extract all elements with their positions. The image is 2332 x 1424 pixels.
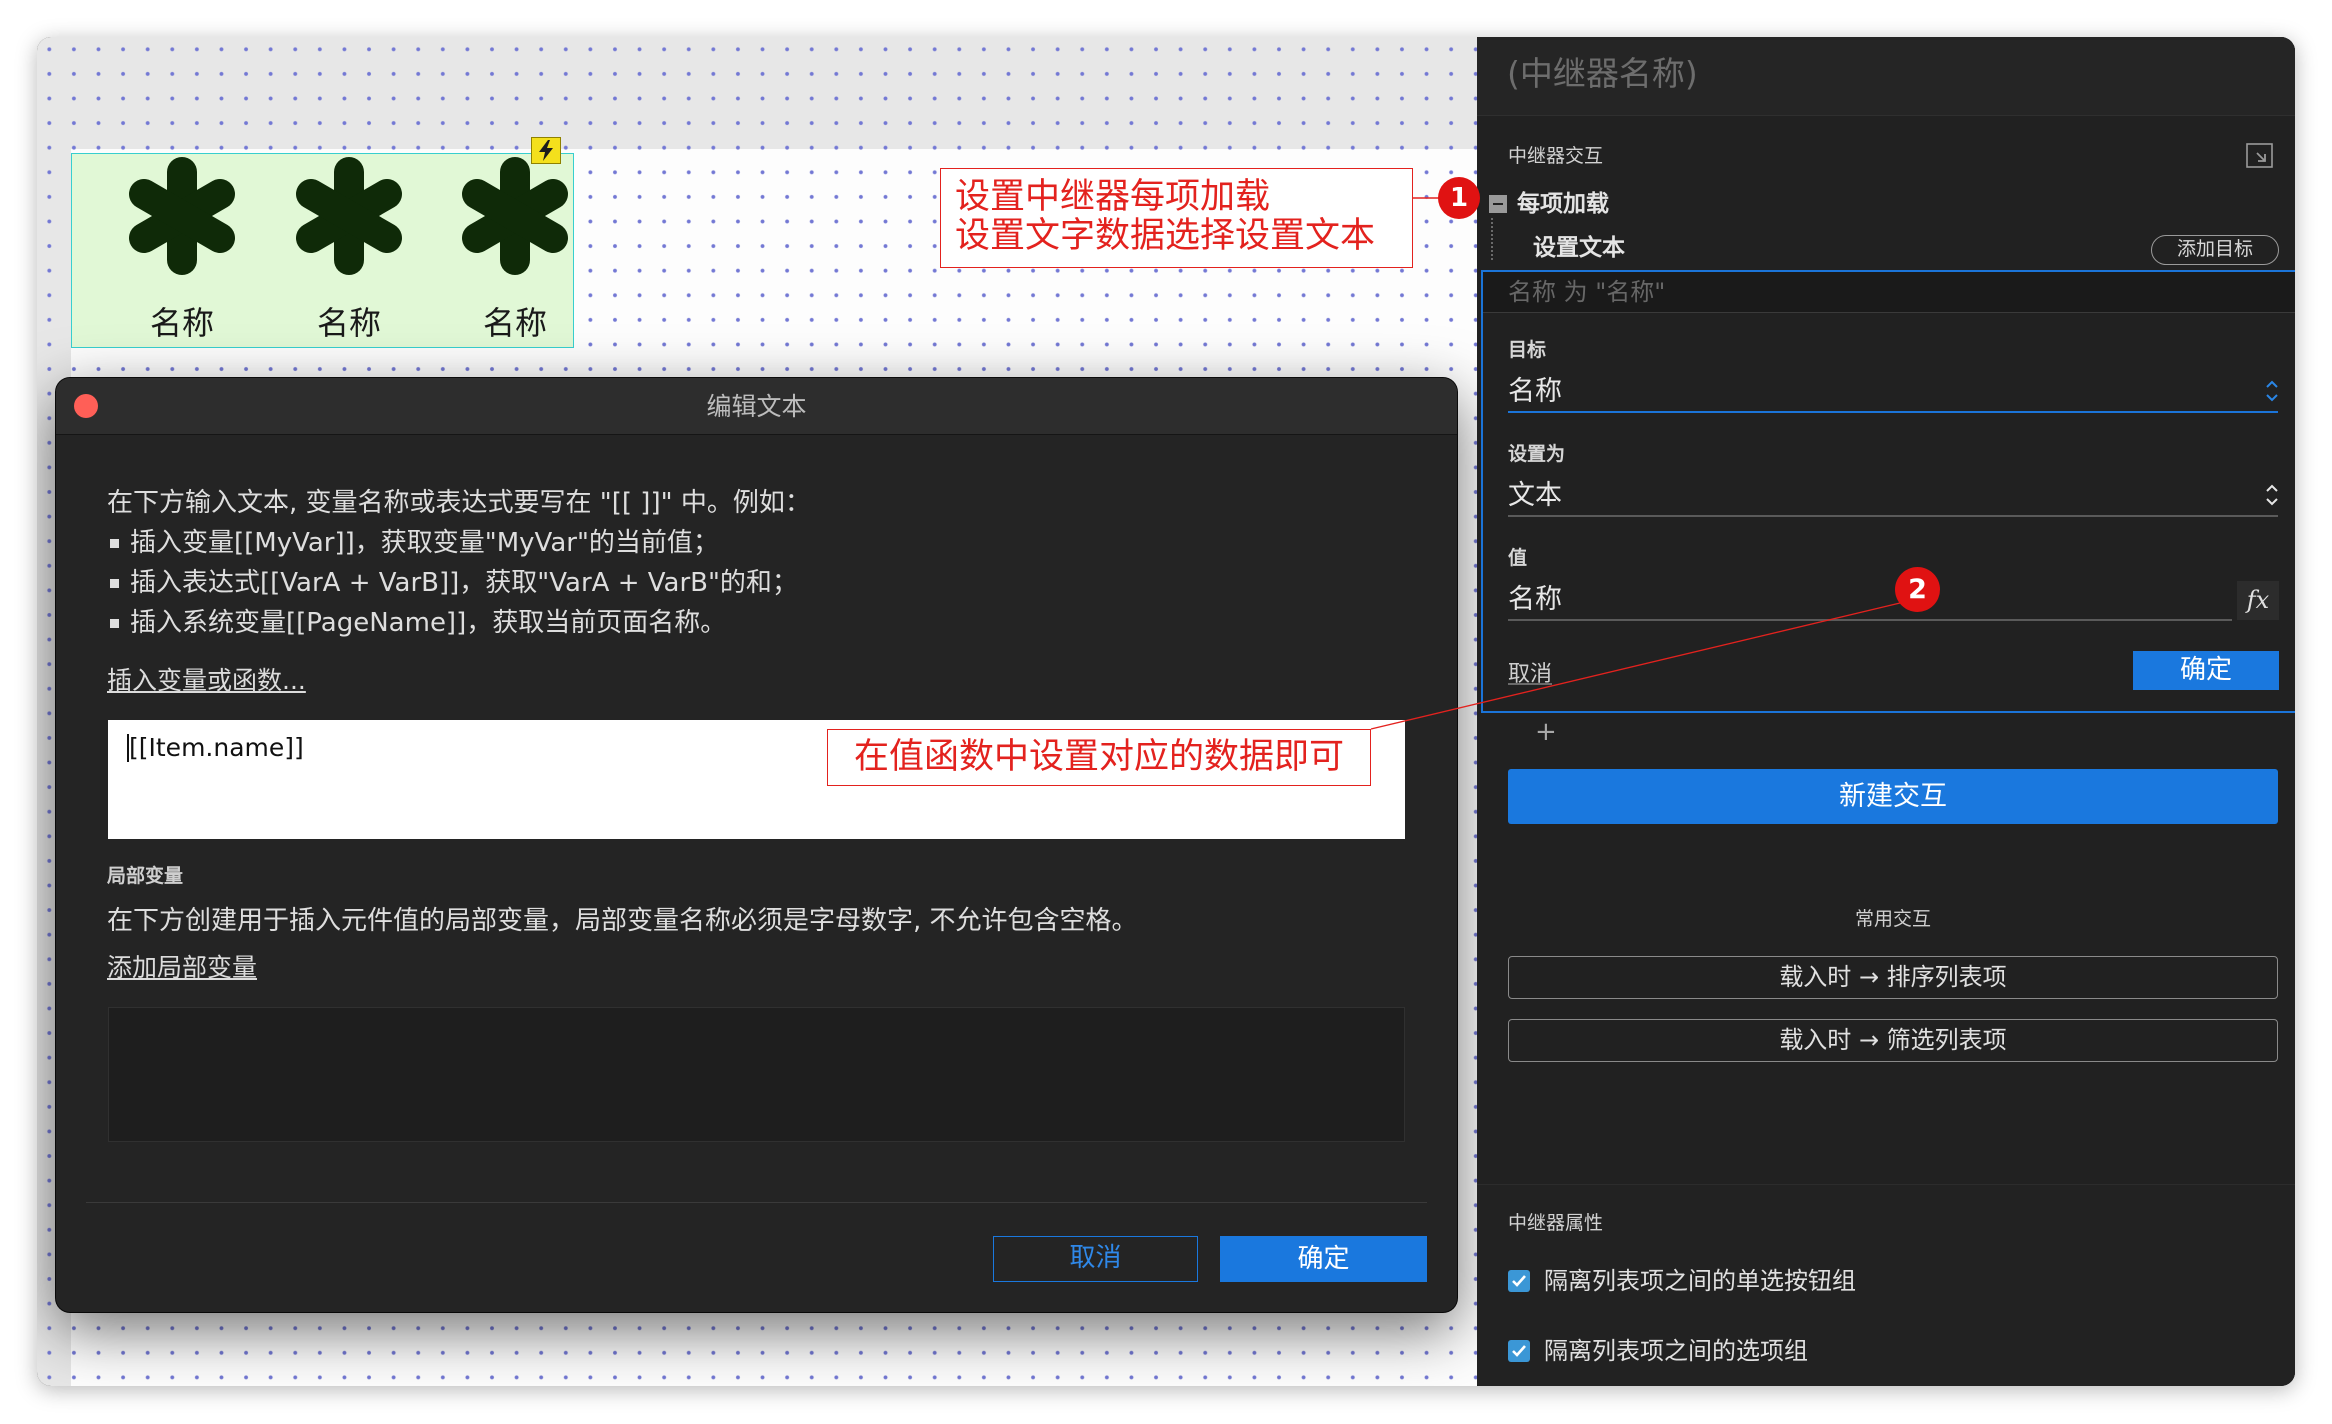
value-label: 值	[1508, 547, 1528, 569]
example-text: 插入变量[[MyVar]]，获取变量"MyVar"的当前值；	[130, 528, 719, 558]
common-action-sort-button[interactable]: 载入时 → 排序列表项	[1508, 956, 2278, 999]
checkmark-icon	[1512, 1275, 1526, 1287]
add-local-variable-link[interactable]: 添加局部变量	[107, 953, 257, 983]
repeater-item-label: 名称	[316, 304, 381, 342]
expand-panel-icon[interactable]	[2246, 143, 2273, 168]
bullet-icon	[110, 539, 119, 548]
close-dot-icon[interactable]	[74, 394, 98, 418]
value-input[interactable]: 名称	[1508, 583, 1562, 617]
dialog-title: 编辑文本	[706, 392, 807, 421]
action-summary[interactable]: 名称 为 "名称"	[1483, 272, 2295, 313]
dialog-titlebar[interactable]: 编辑文本	[56, 378, 1457, 435]
design-canvas[interactable]: 名称 名称 名称 编辑文本 在下方输入文本, 变量名称或表达式要写在 "[[]…	[37, 37, 1477, 1386]
asterisk-icon	[462, 157, 568, 275]
repeater-item[interactable]: 名称	[455, 154, 575, 347]
text-editor-input[interactable]: [[Item.name]]	[108, 720, 1405, 839]
target-select[interactable]: 名称	[1508, 375, 1562, 409]
tree-connector	[1491, 218, 1493, 260]
checkmark-icon	[1512, 1345, 1526, 1357]
cancel-button[interactable]: 取消	[993, 1236, 1198, 1282]
new-interaction-button[interactable]: 新建交互	[1508, 769, 2278, 824]
bullet-icon	[110, 619, 119, 628]
editor-ok-button[interactable]: 确定	[2133, 651, 2279, 690]
collapse-event-icon[interactable]	[1489, 195, 1507, 213]
local-vars-list[interactable]	[108, 1007, 1405, 1142]
interactions-heading: 中继器交互	[1508, 145, 1604, 167]
example-item: 插入变量[[MyVar]]，获取变量"MyVar"的当前值；	[107, 526, 1307, 560]
repeater-item[interactable]: 名称	[289, 154, 409, 347]
editor-cancel-link[interactable]: 取消	[1508, 662, 1552, 688]
repeater-properties-section: 中继器属性 隔离列表项之间的单选按钮组 隔离列表项之间的选项组	[1477, 1184, 2295, 1386]
asterisk-icon	[129, 157, 235, 275]
bullet-icon	[110, 579, 119, 588]
repeater-item[interactable]: 名称	[122, 154, 242, 347]
widget-name-field[interactable]: (中继器名称)	[1507, 54, 1698, 94]
add-target-button[interactable]: 添加目标	[2151, 235, 2279, 265]
set-to-select[interactable]: 文本	[1508, 479, 1562, 513]
isolate-radio-groups-checkbox[interactable]	[1508, 1270, 1530, 1292]
interaction-panel: (中继器名称) 中继器交互 每项加载 设置文本 添加目标 名称 为 "名称" 目…	[1477, 37, 2295, 1386]
checkbox-label[interactable]: 隔离列表项之间的选项组	[1544, 1337, 1808, 1365]
local-vars-heading: 局部变量	[107, 865, 184, 887]
chevron-updown-icon[interactable]	[2263, 480, 2281, 510]
lightning-icon[interactable]	[531, 137, 561, 164]
common-interactions-heading: 常用交互	[1854, 908, 1931, 930]
set-to-label: 设置为	[1508, 443, 1566, 465]
set-to-underline	[1508, 515, 2278, 517]
checkbox-label[interactable]: 隔离列表项之间的单选按钮组	[1544, 1267, 1856, 1295]
repeater-widget[interactable]: 名称 名称 名称	[71, 153, 574, 348]
example-item: 插入系统变量[[PageName]]，获取当前页面名称。	[107, 606, 1307, 640]
target-label: 目标	[1508, 339, 1547, 361]
add-case-button[interactable]: +	[1535, 717, 1557, 747]
properties-heading: 中继器属性	[1508, 1212, 1604, 1234]
ok-button[interactable]: 确定	[1220, 1236, 1427, 1282]
text-editor-value: [[Item.name]]	[129, 733, 304, 762]
target-underline	[1508, 411, 2278, 413]
panel-header: (中继器名称)	[1477, 37, 2295, 116]
dialog-divider	[86, 1202, 1427, 1203]
event-name[interactable]: 每项加载	[1517, 190, 1609, 218]
action-name[interactable]: 设置文本	[1533, 234, 1625, 262]
repeater-item-label: 名称	[149, 304, 214, 342]
chevron-updown-icon[interactable]	[2263, 376, 2281, 406]
example-text: 插入表达式[[VarA + VarB]]，获取"VarA + VarB"的和；	[130, 568, 798, 598]
common-action-filter-button[interactable]: 载入时 → 筛选列表项	[1508, 1019, 2278, 1062]
action-summary-text: 名称 为 "名称"	[1508, 278, 1666, 306]
local-vars-description: 在下方创建用于插入元件值的局部变量，局部变量名称必须是字母数字, 不允许包含空格…	[107, 906, 1138, 936]
repeater-item-label: 名称	[482, 304, 547, 342]
example-item: 插入表达式[[VarA + VarB]]，获取"VarA + VarB"的和；	[107, 566, 1307, 600]
insert-variable-link[interactable]: 插入变量或函数...	[107, 666, 306, 696]
value-underline	[1508, 619, 2232, 621]
edit-text-dialog: 编辑文本 在下方输入文本, 变量名称或表达式要写在 "[[ ]]" 中。例如： …	[56, 378, 1457, 1312]
dialog-intro: 在下方输入文本, 变量名称或表达式要写在 "[[ ]]" 中。例如：	[107, 488, 811, 518]
isolate-option-groups-checkbox[interactable]	[1508, 1340, 1530, 1362]
action-editor: 名称 为 "名称" 目标 名称 设置为 文本 值 名称 fx 取消 确定	[1481, 270, 2295, 713]
app-window: 名称 名称 名称 编辑文本 在下方输入文本, 变量名称或表达式要写在 "[[]…	[37, 37, 2295, 1386]
asterisk-icon	[296, 157, 402, 275]
example-text: 插入系统变量[[PageName]]，获取当前页面名称。	[130, 608, 727, 638]
function-fx-button[interactable]: fx	[2237, 581, 2279, 620]
